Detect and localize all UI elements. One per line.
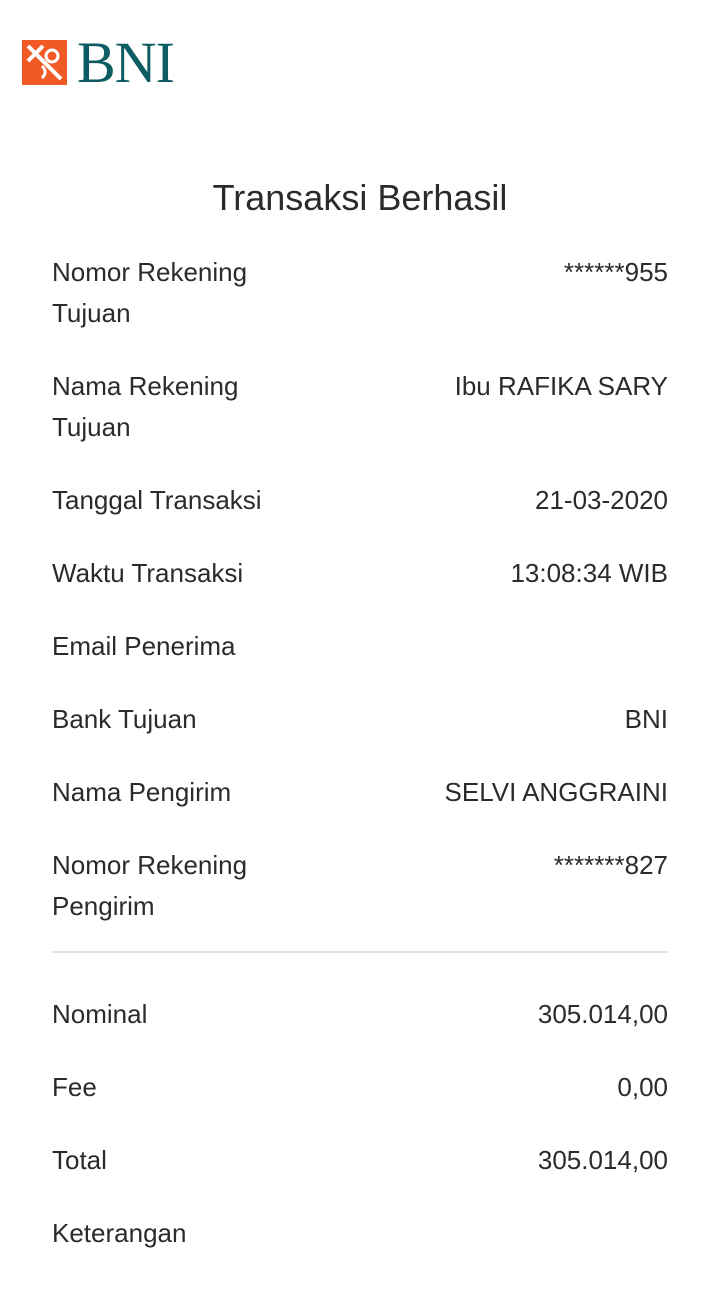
detail-label: Nama Rekening Tujuan (52, 366, 312, 448)
detail-value: Ibu RAFIKA SARY (454, 371, 668, 401)
detail-label: Tanggal Transaksi (52, 485, 262, 515)
amount-row-total: Total 305.014,00 (52, 1140, 668, 1213)
detail-label: Email Penerima (52, 631, 236, 661)
amount-label: Nominal (52, 999, 148, 1029)
detail-value: SELVI ANGGRAINI (444, 777, 668, 807)
detail-row-recipient-email: Email Penerima (52, 626, 668, 699)
amount-label: Fee (52, 1072, 97, 1102)
detail-label-line: Nomor Rekening (52, 257, 248, 287)
amount-value: 0,00 (617, 1072, 668, 1102)
transaction-details: Nomor Rekening Tujuan ******955 Nama Rek… (52, 252, 668, 1286)
detail-label: Bank Tujuan (52, 704, 197, 734)
section-divider (52, 951, 668, 953)
detail-value: *******827 (553, 850, 668, 880)
amount-row-fee: Fee 0,00 (52, 1067, 668, 1140)
amount-value: 305.014,00 (537, 999, 668, 1029)
bni-logo: BNI (22, 30, 175, 95)
detail-label: Waktu Transaksi (52, 558, 244, 588)
detail-row-transaction-date: Tanggal Transaksi 21-03-2020 (52, 480, 668, 553)
detail-row-sender-name: Nama Pengirim SELVI ANGGRAINI (52, 772, 668, 845)
amount-value: 305.014,00 (537, 1145, 668, 1175)
detail-value: 21-03-2020 (535, 485, 668, 515)
amount-row-nominal: Nominal 305.014,00 (52, 994, 668, 1067)
detail-row-dest-bank: Bank Tujuan BNI (52, 699, 668, 772)
detail-label: Nomor Rekening Pengirim (52, 845, 312, 927)
page-title: Transaksi Berhasil (212, 177, 508, 218)
detail-row-sender-account-number: Nomor Rekening Pengirim *******827 (52, 845, 668, 951)
detail-label-line: Nomor Rekening (52, 850, 248, 880)
bni-logo-icon (22, 39, 67, 85)
amount-label: Keterangan (52, 1218, 187, 1248)
amount-row-description: Keterangan (52, 1213, 668, 1286)
detail-label: Nama Pengirim (52, 777, 232, 807)
amount-label: Total (52, 1145, 107, 1175)
detail-value: 13:08:34 WIB (510, 558, 668, 588)
detail-row-dest-account-name: Nama Rekening Tujuan Ibu RAFIKA SARY (52, 366, 668, 480)
detail-label-line: Tujuan (52, 298, 131, 328)
detail-label-line: Tujuan (52, 412, 131, 442)
detail-value: BNI (624, 704, 668, 734)
detail-row-dest-account-number: Nomor Rekening Tujuan ******955 (52, 252, 668, 366)
detail-label-line: Nama Rekening (52, 371, 239, 401)
detail-value: ******955 (563, 257, 668, 287)
bni-logo-text: BNI (77, 30, 175, 95)
detail-label-line: Pengirim (52, 891, 155, 921)
detail-label: Nomor Rekening Tujuan (52, 252, 312, 334)
detail-row-transaction-time: Waktu Transaksi 13:08:34 WIB (52, 553, 668, 626)
